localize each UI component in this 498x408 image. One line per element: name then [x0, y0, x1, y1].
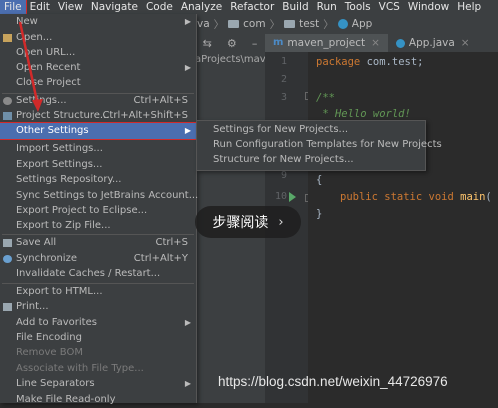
- run-icon[interactable]: [289, 192, 296, 202]
- class-icon: [337, 19, 348, 29]
- menu-code[interactable]: Code: [142, 0, 177, 14]
- menu-item-close-project[interactable]: Close Project: [0, 75, 196, 91]
- menu-item-synchronize[interactable]: Synchronize Ctrl+Alt+Y: [0, 251, 196, 267]
- line-number: 10: [274, 191, 287, 202]
- breadcrumb-separator: 〉: [323, 18, 334, 31]
- navigation-breadcrumb: va 〉 com 〉 test 〉 App: [195, 14, 498, 35]
- other-settings-submenu: Settings for New Projects... Run Configu…: [196, 120, 442, 171]
- file-menu-dropdown: New ▶ Open... Open URL... Open Recent ▶ Cl…: [0, 14, 198, 405]
- menu-item-remove-bom: Remove BOM: [16, 347, 83, 358]
- line-number: 1: [280, 56, 287, 67]
- submenu-arrow-icon: ▶: [184, 318, 191, 327]
- menu-run[interactable]: Run: [313, 0, 341, 14]
- submenu-arrow-icon: ▶: [184, 379, 191, 388]
- breadcrumb-class[interactable]: App: [337, 18, 372, 30]
- code-line: /**: [316, 92, 335, 104]
- watermark: https://blog.csdn.net/weixin_44726976: [218, 374, 448, 389]
- menu-refactor[interactable]: Refactor: [226, 0, 278, 14]
- step-read-button[interactable]: 步骤阅读 ›: [195, 206, 301, 238]
- print-icon: [3, 303, 12, 311]
- menu-item-open-url[interactable]: Open URL...: [0, 45, 196, 61]
- menu-item-export-settings[interactable]: Export Settings...: [0, 157, 196, 173]
- submenu-arrow-icon: ▶: [184, 17, 191, 26]
- code-line: {: [316, 174, 323, 186]
- line-number: 2: [280, 74, 287, 85]
- menu-window[interactable]: Window: [404, 0, 453, 14]
- menu-item-project-structure[interactable]: Project Structure... Ctrl+Alt+Shift+S: [0, 108, 196, 124]
- menu-item-export-eclipse[interactable]: Export Project to Eclipse...: [0, 203, 196, 219]
- menu-build[interactable]: Build: [278, 0, 312, 14]
- menu-item-settings-repository[interactable]: Settings Repository...: [0, 172, 196, 188]
- submenu-item-settings-new-projects[interactable]: Settings for New Projects...: [197, 122, 425, 138]
- line-number: 9: [280, 170, 287, 181]
- line-number: 3: [280, 92, 287, 103]
- submenu-item-structure-new-projects[interactable]: Structure for New Projects...: [197, 152, 425, 168]
- folder-icon: [284, 20, 296, 28]
- menu-vcs[interactable]: VCS: [375, 0, 404, 14]
- code-line: package com.test;: [316, 56, 424, 68]
- main-menubar: File Edit View Navigate Code Analyze Ref…: [0, 0, 498, 15]
- editor-tabs: m maven_project × App.java ×: [265, 34, 498, 52]
- menu-item-sync-settings[interactable]: Sync Settings to JetBrains Account...: [0, 188, 198, 204]
- breadcrumb-separator: 〉: [213, 18, 225, 31]
- menu-item-export-html[interactable]: Export to HTML...: [0, 284, 196, 300]
- menu-item-open-recent[interactable]: Open Recent ▶: [0, 60, 196, 76]
- breadcrumb-separator: 〉: [269, 18, 281, 31]
- breadcrumb-part[interactable]: va: [197, 18, 210, 30]
- code-editor[interactable]: package com.test; /** * Hello world! { p…: [308, 52, 498, 403]
- code-line: }: [316, 208, 323, 220]
- project-toolbar: ⇆ ⚙ –: [195, 34, 265, 52]
- class-icon: [395, 38, 405, 48]
- menu-help[interactable]: Help: [453, 0, 485, 14]
- submenu-item-run-config-templates[interactable]: Run Configuration Templates for New Proj…: [197, 137, 442, 153]
- maven-icon: m: [273, 37, 284, 48]
- menu-item-settings[interactable]: Settings... Ctrl+Alt+S: [0, 93, 196, 109]
- project-structure-icon: [3, 112, 12, 120]
- breadcrumb-package[interactable]: test: [284, 18, 319, 30]
- gear-icon[interactable]: ⚙: [227, 37, 237, 50]
- menu-navigate[interactable]: Navigate: [87, 0, 142, 14]
- menu-analyze[interactable]: Analyze: [177, 0, 226, 14]
- menu-item-import-settings[interactable]: Import Settings...: [0, 141, 196, 157]
- menu-item-open[interactable]: Open...: [0, 30, 196, 46]
- breadcrumb-package[interactable]: com: [228, 18, 266, 30]
- close-icon[interactable]: ×: [461, 34, 470, 52]
- menu-edit[interactable]: Edit: [26, 0, 54, 14]
- code-line: * Hello world!: [316, 108, 411, 120]
- menu-item-print[interactable]: Print...: [0, 299, 196, 315]
- split-icon[interactable]: ⇆: [203, 37, 212, 50]
- code-line: public static void main( St: [340, 191, 492, 203]
- submenu-arrow-icon: ▶: [184, 126, 191, 135]
- minimize-icon[interactable]: –: [252, 37, 258, 50]
- tab-maven-project[interactable]: m maven_project ×: [265, 34, 388, 52]
- menu-item-file-encoding[interactable]: File Encoding: [0, 330, 196, 346]
- menu-item-make-read-only[interactable]: Make File Read-only: [0, 392, 196, 408]
- save-icon: [3, 239, 12, 247]
- menu-item-associate-file-type: Associate with File Type...: [16, 363, 144, 374]
- menu-item-export-zip[interactable]: Export to Zip File...: [0, 218, 196, 234]
- folder-icon: [3, 34, 12, 42]
- menu-tools[interactable]: Tools: [341, 0, 375, 14]
- tab-app-java[interactable]: App.java ×: [388, 34, 478, 52]
- menu-item-new[interactable]: New ▶: [0, 14, 196, 30]
- sync-icon: [3, 255, 12, 263]
- menu-file[interactable]: File: [0, 0, 27, 15]
- wrench-icon: [3, 97, 12, 105]
- menu-item-other-settings[interactable]: Other Settings ▶: [0, 122, 197, 140]
- folder-icon: [228, 20, 240, 28]
- close-icon[interactable]: ×: [371, 34, 380, 52]
- menu-item-invalidate-caches[interactable]: Invalidate Caches / Restart...: [0, 266, 196, 282]
- menu-item-line-separators[interactable]: Line Separators ▶: [0, 376, 196, 392]
- submenu-arrow-icon: ▶: [184, 63, 191, 72]
- menu-item-save-all[interactable]: Save All Ctrl+S: [0, 235, 196, 251]
- chevron-right-icon: ›: [278, 214, 284, 230]
- menu-view[interactable]: View: [54, 0, 87, 14]
- menu-item-add-favorites[interactable]: Add to Favorites ▶: [0, 315, 196, 331]
